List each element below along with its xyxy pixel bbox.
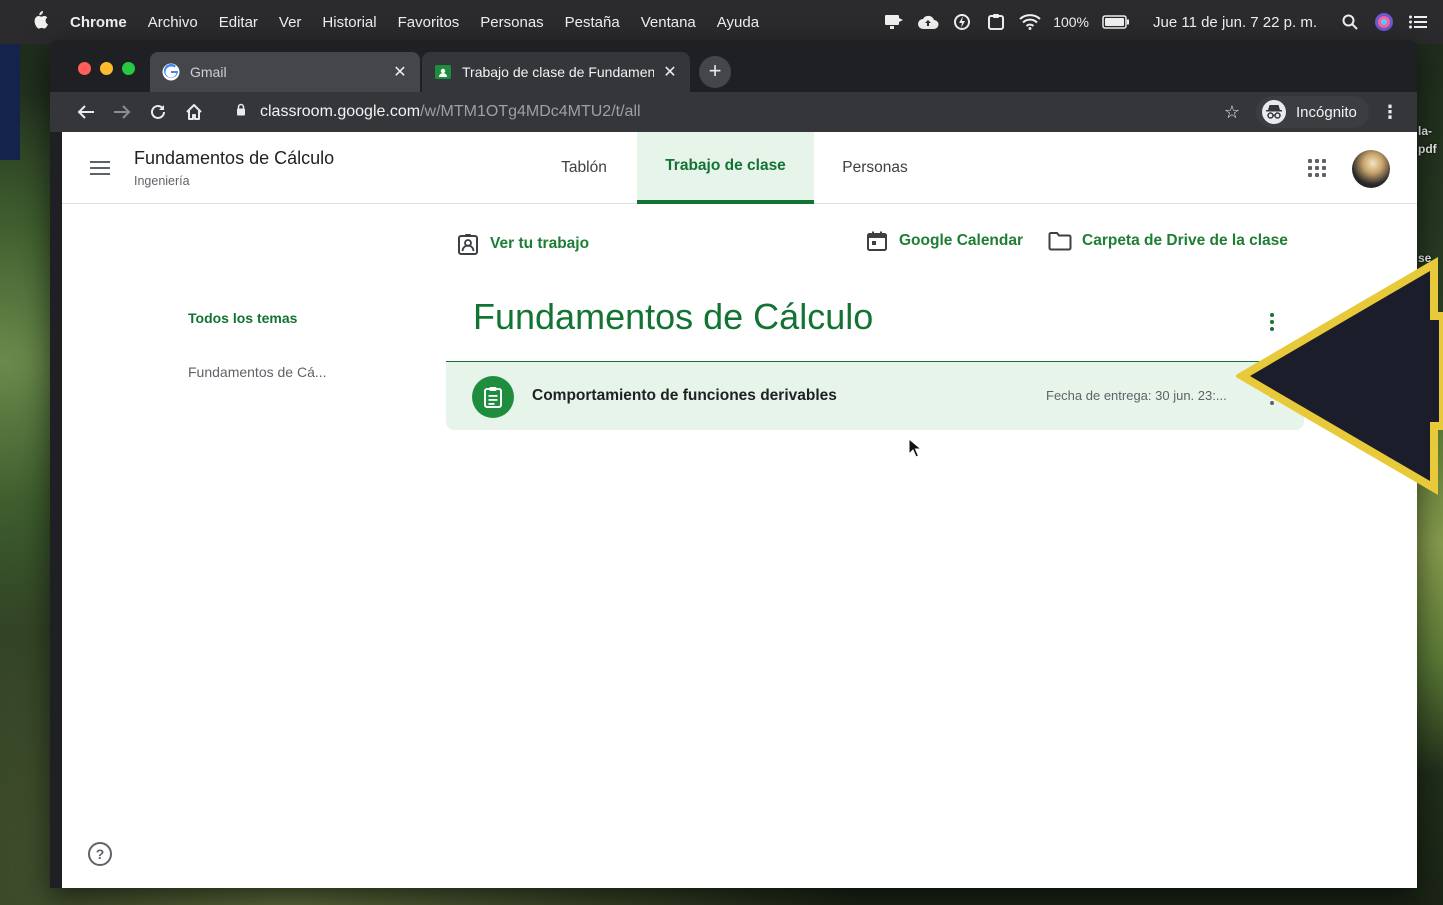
url-path: /w/MTM1OTg4MDc4MTU2/t/all [420, 103, 641, 120]
browser-toolbar: classroom.google.com /w/MTM1OTg4MDc4MTU2… [50, 92, 1417, 132]
window-zoom-button[interactable] [122, 62, 135, 75]
google-g-icon [162, 63, 180, 81]
main-menu-icon[interactable] [90, 156, 114, 180]
tab-gmail[interactable]: Gmail ✕ [150, 52, 420, 92]
siri-icon[interactable] [1373, 11, 1395, 33]
class-section: Ingeniería [134, 174, 190, 188]
spotlight-search-icon[interactable] [1339, 11, 1361, 33]
menu-editar[interactable]: Editar [219, 14, 258, 31]
classroom-header: Fundamentos de Cálculo Ingeniería Tablón… [62, 132, 1417, 204]
tab-title: Gmail [190, 64, 227, 80]
url-host: classroom.google.com [260, 103, 421, 120]
incognito-label: Incógnito [1296, 103, 1357, 121]
assignment-icon [472, 376, 514, 418]
assignment-ind-icon [456, 232, 480, 256]
view-your-work-label: Ver tu trabajo [490, 235, 590, 252]
back-arrow-icon[interactable] [72, 98, 100, 126]
menu-app-chrome[interactable]: Chrome [70, 14, 127, 31]
tab-trabajo-de-clase[interactable]: Trabajo de clase [637, 132, 814, 204]
desktop-file-label[interactable]: pdf [1418, 142, 1437, 156]
folder-icon [1048, 229, 1072, 253]
assignment-due-date: Fecha de entrega: 30 jun. 23:... [1046, 388, 1227, 403]
calendar-icon [865, 229, 889, 253]
reload-icon[interactable] [144, 98, 172, 126]
tab-close-icon[interactable]: ✕ [662, 62, 678, 82]
battery-percent[interactable]: 100% [1053, 14, 1089, 30]
lock-icon[interactable] [236, 103, 248, 121]
tab-close-icon[interactable]: ✕ [392, 62, 408, 82]
desktop-file-label[interactable]: la- [1418, 124, 1432, 138]
menu-bar-clock[interactable]: Jue 11 de jun. 7 22 p. m. [1153, 14, 1317, 31]
sync-bolt-icon[interactable] [951, 11, 973, 33]
topic-section-title: Fundamentos de Cálculo [473, 296, 874, 337]
menu-favoritos[interactable]: Favoritos [398, 14, 460, 31]
incognito-indicator[interactable]: Incógnito [1256, 96, 1369, 128]
tab-tablon[interactable]: Tablón [532, 132, 636, 204]
tab-personas[interactable]: Personas [822, 132, 928, 204]
screen-share-icon[interactable] [883, 11, 905, 33]
google-apps-icon[interactable] [1305, 156, 1329, 180]
google-calendar-link[interactable]: Google Calendar [865, 229, 1023, 253]
drive-folder-link[interactable]: Carpeta de Drive de la clase [1048, 229, 1288, 253]
window-minimize-button[interactable] [100, 62, 113, 75]
menu-archivo[interactable]: Archivo [148, 14, 198, 31]
view-your-work-link[interactable]: Ver tu trabajo [456, 232, 589, 256]
annotation-arrow-icon [1236, 257, 1443, 495]
topic-all[interactable]: Todos los temas [188, 310, 297, 326]
help-icon[interactable]: ? [88, 842, 112, 866]
menu-historial[interactable]: Historial [322, 14, 376, 31]
mac-menu-bar: Chrome Archivo Editar Ver Historial Favo… [0, 0, 1443, 44]
address-bar[interactable]: classroom.google.com /w/MTM1OTg4MDc4MTU2… [236, 100, 641, 124]
window-controls [78, 62, 135, 75]
menu-pestana[interactable]: Pestaña [565, 14, 620, 31]
forward-arrow-icon[interactable] [108, 98, 136, 126]
page-viewport: Fundamentos de Cálculo Ingeniería Tablón… [62, 132, 1417, 888]
bookmark-star-icon[interactable]: ☆ [1218, 98, 1246, 126]
wifi-icon[interactable] [1019, 11, 1041, 33]
notification-center-icon[interactable] [1407, 11, 1429, 33]
google-calendar-label: Google Calendar [899, 232, 1024, 249]
chrome-window: Gmail ✕ Trabajo de clase de Fundamen ✕ + [50, 40, 1417, 888]
tab-classroom[interactable]: Trabajo de clase de Fundamen ✕ [422, 52, 690, 92]
apple-icon[interactable] [32, 11, 54, 33]
drive-folder-label: Carpeta de Drive de la clase [1082, 232, 1288, 249]
assignment-row[interactable]: Comportamiento de funciones derivables F… [446, 362, 1304, 430]
home-icon[interactable] [180, 98, 208, 126]
class-title[interactable]: Fundamentos de Cálculo [134, 148, 334, 169]
menu-ventana[interactable]: Ventana [641, 14, 696, 31]
menu-ver[interactable]: Ver [279, 14, 302, 31]
chrome-menu-icon[interactable]: ⋮ [1380, 98, 1400, 126]
classroom-icon [434, 63, 452, 81]
clipboard-icon[interactable] [985, 11, 1007, 33]
mouse-cursor-icon [908, 438, 922, 458]
cloud-upload-icon[interactable] [917, 11, 939, 33]
menu-personas[interactable]: Personas [480, 14, 543, 31]
tab-title: Trabajo de clase de Fundamen [462, 64, 654, 80]
battery-icon[interactable] [1101, 11, 1131, 33]
menu-ayuda[interactable]: Ayuda [717, 14, 759, 31]
desktop-decoration [0, 30, 20, 160]
assignment-title: Comportamiento de funciones derivables [532, 387, 837, 404]
tab-strip: Gmail ✕ Trabajo de clase de Fundamen ✕ + [50, 40, 1417, 92]
window-close-button[interactable] [78, 62, 91, 75]
incognito-icon [1262, 100, 1286, 124]
avatar[interactable] [1352, 150, 1390, 188]
topic-item[interactable]: Fundamentos de Cá... [188, 364, 327, 380]
menu-bar-status-area: 100% Jue 11 de jun. 7 22 p. m. [883, 0, 1429, 44]
new-tab-button[interactable]: + [699, 56, 731, 88]
